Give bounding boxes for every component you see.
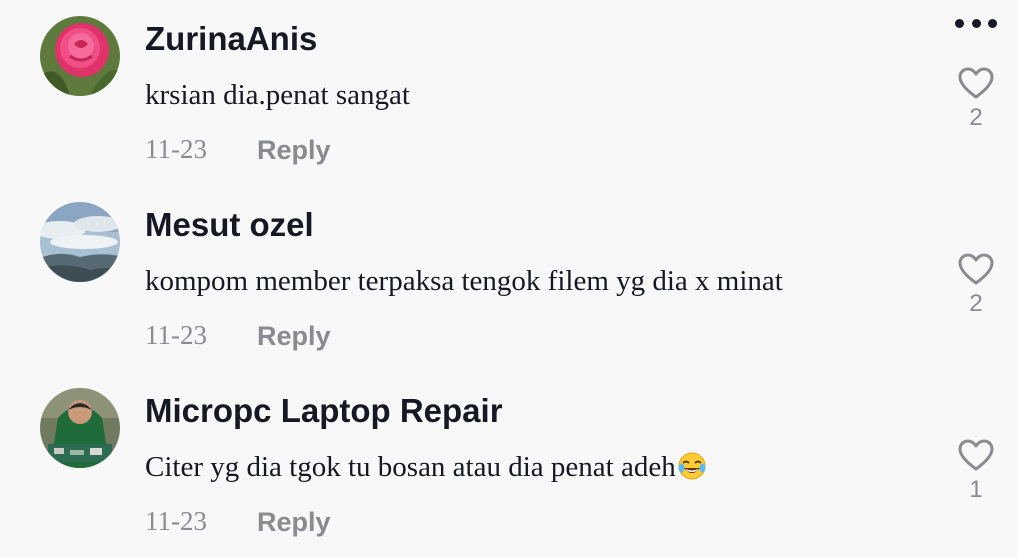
heart-outline-icon <box>958 439 994 471</box>
like-button[interactable]: 1 <box>956 438 996 504</box>
comment-text-content: Citer yg dia tgok tu bosan atau dia pena… <box>145 451 676 483</box>
username[interactable]: ZurinaAnis <box>145 20 317 58</box>
comment-text: kompom member terpaksa tengok filem yg d… <box>145 265 783 297</box>
like-count: 2 <box>969 290 983 317</box>
reply-button[interactable]: Reply <box>257 321 331 352</box>
comment-text: krsian dia.penat sangat <box>145 79 410 111</box>
username[interactable]: Mesut ozel <box>145 206 314 244</box>
comment-date: 11-23 <box>145 506 207 536</box>
avatar[interactable] <box>40 16 120 96</box>
comment-item: ZurinaAnis krsian dia.penat sangat 11-23… <box>0 0 1018 186</box>
like-button[interactable]: 2 <box>956 66 996 132</box>
like-count: 1 <box>969 476 983 503</box>
like-button[interactable]: 2 <box>956 252 996 318</box>
comment-date: 11-23 <box>145 134 207 164</box>
heart-outline-icon <box>958 253 994 285</box>
comment-date: 11-23 <box>145 320 207 350</box>
like-count: 2 <box>969 104 983 131</box>
avatar[interactable] <box>40 202 120 282</box>
comment-item: Mesut ozel kompom member terpaksa tengok… <box>0 186 1018 372</box>
avatar[interactable] <box>40 388 120 468</box>
reply-button[interactable]: Reply <box>257 507 331 538</box>
face-with-tears-of-joy-icon <box>678 452 706 480</box>
comment-text: Citer yg dia tgok tu bosan atau dia pena… <box>145 451 707 484</box>
heart-outline-icon <box>958 67 994 99</box>
username[interactable]: Micropc Laptop Repair <box>145 392 503 430</box>
comment-item: Micropc Laptop Repair Citer yg dia tgok … <box>0 372 1018 558</box>
reply-button[interactable]: Reply <box>257 135 331 166</box>
